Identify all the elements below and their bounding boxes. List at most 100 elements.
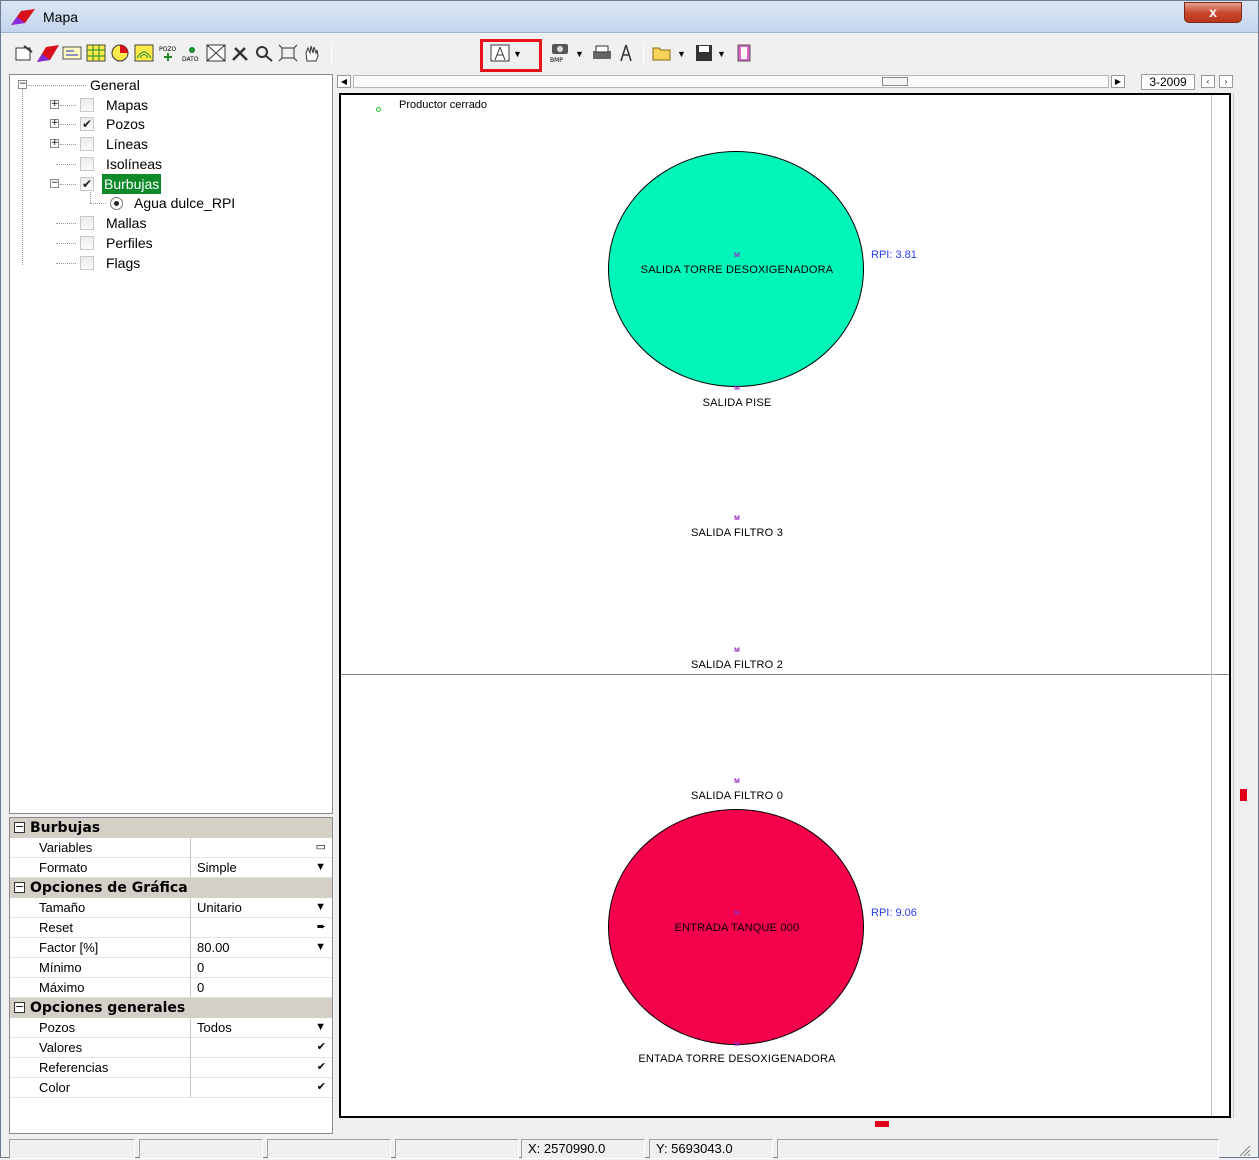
property-name: Reset (39, 920, 73, 935)
save-icon[interactable] (693, 42, 715, 64)
arrow-right-icon[interactable]: ➨ (317, 918, 326, 937)
property-value[interactable]: 0 (190, 958, 332, 978)
checkbox-checked[interactable]: ✔ (80, 177, 94, 191)
pan-hand-icon[interactable] (301, 42, 323, 64)
zoom-in-icon[interactable] (253, 42, 275, 64)
grid-icon[interactable] (85, 42, 107, 64)
section-opciones-grafica[interactable]: − Opciones de Gráfica (10, 878, 332, 898)
property-value[interactable]: ➨ (190, 918, 332, 938)
date-field[interactable]: 3-2009 (1141, 74, 1195, 90)
book-icon[interactable] (733, 42, 755, 64)
map-icon[interactable] (37, 42, 59, 64)
collapse-icon[interactable]: − (14, 1001, 25, 1013)
title-bar[interactable]: Mapa x (1, 1, 1258, 33)
property-variables[interactable]: Variables ▭ (10, 838, 332, 858)
save-dropdown-icon[interactable]: ▼ (717, 49, 726, 59)
status-cell (777, 1139, 1219, 1159)
ellipsis-icon[interactable]: ▭ (316, 838, 326, 857)
property-value[interactable]: Simple ▼ (190, 858, 332, 878)
property-reset[interactable]: Reset ➨ (10, 918, 332, 938)
property-value[interactable]: 0 (190, 978, 332, 998)
checkbox[interactable] (80, 137, 94, 151)
close-button[interactable]: x (1184, 2, 1242, 23)
expand-icon[interactable]: + (50, 119, 59, 128)
properties-icon[interactable] (13, 42, 35, 64)
check-icon[interactable]: ✔ (317, 1058, 326, 1077)
checkbox-checked[interactable]: ✔ (80, 117, 94, 131)
print-icon[interactable] (591, 42, 613, 64)
toolbar-separator (643, 43, 644, 65)
chevron-down-icon[interactable]: ▼ (315, 858, 326, 877)
check-icon[interactable]: ✔ (317, 1078, 326, 1097)
chevron-down-icon[interactable]: ▼ (315, 898, 326, 917)
checkbox[interactable] (80, 216, 94, 230)
checkbox[interactable] (80, 157, 94, 171)
timeline-thumb[interactable] (882, 77, 908, 86)
well-marker-icon: ᴍ (734, 250, 740, 259)
collapse-icon[interactable]: − (18, 80, 27, 89)
property-maximo[interactable]: Máximo 0 (10, 978, 332, 998)
open-folder-dropdown-icon[interactable]: ▼ (677, 49, 686, 59)
property-formato[interactable]: Formato Simple ▼ (10, 858, 332, 878)
map-edge-line (1211, 95, 1212, 1116)
zoom-box-icon[interactable] (205, 42, 227, 64)
map-canvas[interactable]: Productor cerrado ᴍ SALIDA TORRE DESOXIG… (339, 93, 1231, 1118)
scroll-left-icon[interactable]: ◀ (337, 75, 351, 88)
vertical-scrollbar[interactable] (1233, 93, 1255, 1118)
toolbar: POZO DATO ▼ BMP ▼ ▼ ▼ (9, 39, 1254, 71)
property-value[interactable]: 80.00 ▼ (190, 938, 332, 958)
collapse-icon[interactable]: − (14, 881, 25, 893)
checkbox[interactable] (80, 236, 94, 250)
timeline-track[interactable] (353, 75, 1109, 88)
pie-icon[interactable] (109, 42, 131, 64)
checkbox[interactable] (80, 256, 94, 270)
expand-icon[interactable]: + (50, 100, 59, 109)
horizontal-scrollbar[interactable] (339, 1118, 1231, 1129)
well-data-icon[interactable]: POZO (157, 42, 179, 64)
property-value[interactable]: ▭ (190, 838, 332, 858)
property-color[interactable]: Color ✔ (10, 1078, 332, 1098)
contour-icon[interactable] (133, 42, 155, 64)
layers-icon[interactable] (61, 42, 83, 64)
prev-date-icon[interactable]: ‹ (1201, 75, 1215, 88)
scroll-position-marker[interactable] (875, 1121, 889, 1127)
section-burbujas[interactable]: − Burbujas (10, 818, 332, 838)
check-icon[interactable]: ✔ (317, 1038, 326, 1057)
radio-selected[interactable] (110, 197, 123, 210)
property-minimo[interactable]: Mínimo 0 (10, 958, 332, 978)
property-pozos[interactable]: Pozos Todos ▼ (10, 1018, 332, 1038)
property-tamano[interactable]: Tamaño Unitario ▼ (10, 898, 332, 918)
property-value[interactable]: ✔ (190, 1058, 332, 1078)
property-value[interactable]: Todos ▼ (190, 1018, 332, 1038)
property-value[interactable]: ✔ (190, 1078, 332, 1098)
property-valores[interactable]: Valores ✔ (10, 1038, 332, 1058)
scroll-right-icon[interactable]: ▶ (1111, 75, 1125, 88)
chevron-down-icon[interactable]: ▼ (315, 938, 326, 957)
open-folder-icon[interactable] (651, 42, 673, 64)
fit-extent-icon[interactable] (277, 42, 299, 64)
next-date-icon[interactable]: › (1219, 75, 1233, 88)
data-point-icon[interactable]: DATO (181, 42, 203, 64)
tree-guide (56, 164, 76, 165)
chevron-down-icon[interactable]: ▼ (315, 1018, 326, 1037)
timeline-scrollbar[interactable]: ◀ ▶ 3-2009 ‹ › (337, 74, 1255, 91)
productor-cerrado-legend-icon (376, 107, 381, 112)
property-referencias[interactable]: Referencias ✔ (10, 1058, 332, 1078)
property-value[interactable]: Unitario ▼ (190, 898, 332, 918)
expand-icon[interactable]: + (50, 139, 59, 148)
section-opciones-generales[interactable]: − Opciones generales (10, 998, 332, 1018)
well-icon[interactable] (615, 42, 637, 64)
resize-grip-icon[interactable] (1237, 1143, 1251, 1157)
checkbox[interactable] (80, 98, 94, 112)
well-label: SALIDA FILTRO 2 (690, 659, 784, 671)
property-value[interactable]: ✔ (190, 1038, 332, 1058)
tree-guide (22, 89, 23, 265)
collapse-icon[interactable]: − (50, 179, 59, 188)
bmp-export-icon[interactable]: BMP (549, 42, 571, 64)
rpi-label: RPI: 9.06 (871, 907, 917, 919)
scroll-position-marker[interactable] (1240, 789, 1247, 801)
collapse-icon[interactable]: − (14, 821, 25, 833)
tools-icon[interactable] (229, 42, 251, 64)
property-factor[interactable]: Factor [%] 80.00 ▼ (10, 938, 332, 958)
bmp-export-dropdown-icon[interactable]: ▼ (575, 49, 584, 59)
